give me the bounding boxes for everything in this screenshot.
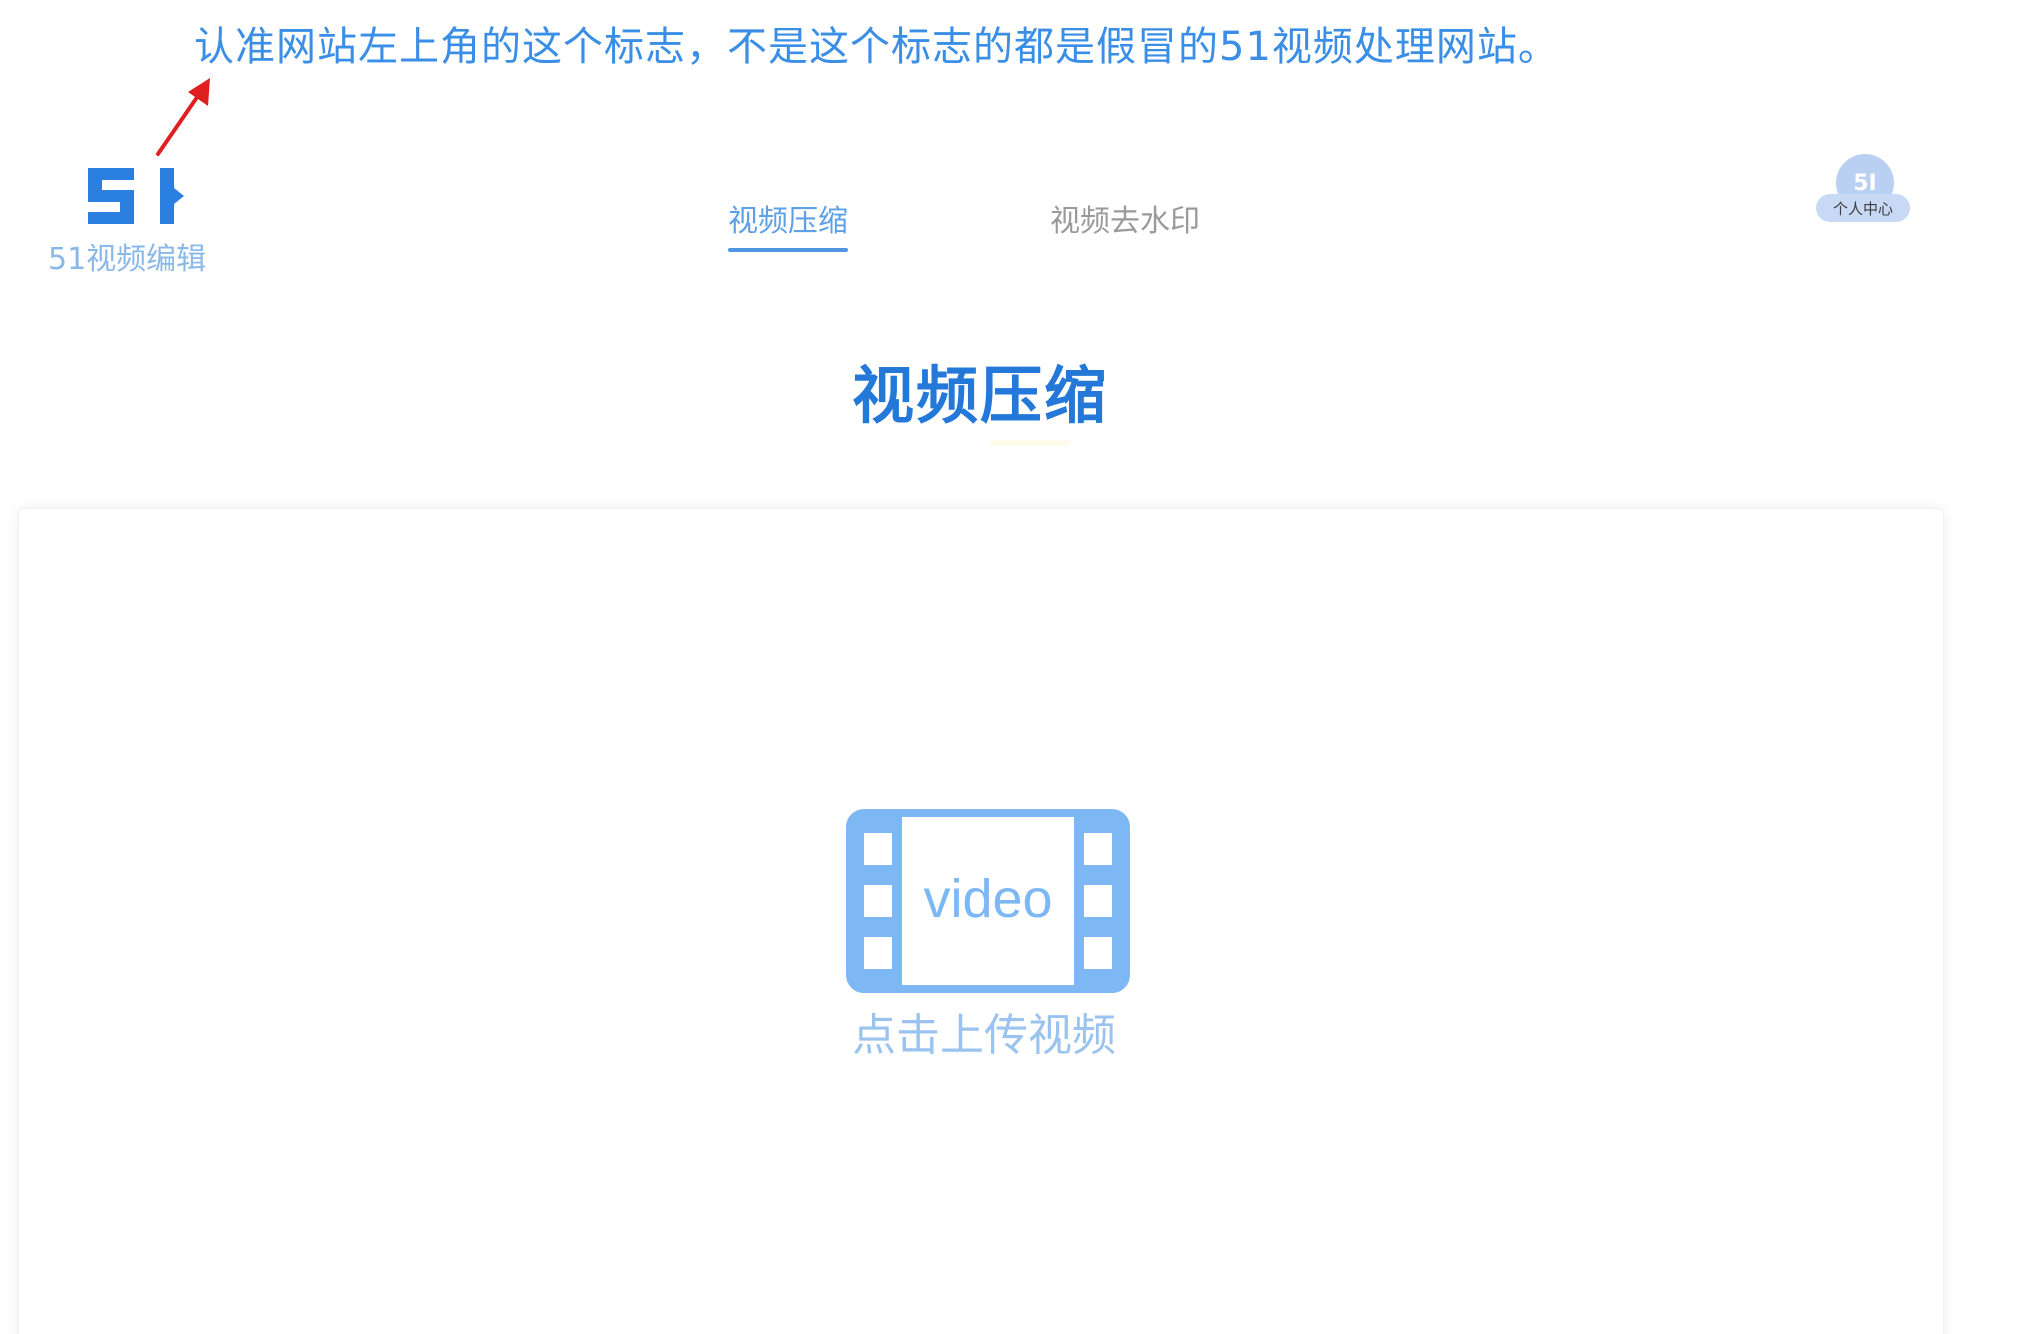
tab-video-watermark-removal[interactable]: 视频去水印 bbox=[1050, 196, 1200, 240]
upload-video-button[interactable]: video 点击上传视频 bbox=[834, 809, 1130, 1069]
page-title: 视频压缩 bbox=[851, 359, 1108, 432]
user-center-label: 个人中心 bbox=[1816, 194, 1910, 222]
logo-mark-icon bbox=[88, 168, 184, 224]
red-arrow-icon bbox=[156, 78, 210, 156]
video-film-icon: video bbox=[846, 809, 1130, 993]
title-underline bbox=[990, 440, 1070, 446]
logo-text: 51视频编辑 bbox=[48, 242, 207, 277]
page: 认准网站左上角的这个标志，不是这个标志的都是假冒的51视频处理网站。 51视频编… bbox=[0, 0, 2036, 1334]
upload-label: 点击上传视频 bbox=[852, 1010, 1116, 1061]
upload-card: video 点击上传视频 bbox=[18, 508, 1944, 1334]
video-icon-text: video bbox=[923, 869, 1052, 929]
annotation-text: 认准网站左上角的这个标志，不是这个标志的都是假冒的51视频处理网站。 bbox=[194, 24, 1559, 70]
tab-video-compress[interactable]: 视频压缩 bbox=[728, 196, 848, 252]
site-logo[interactable] bbox=[84, 162, 194, 230]
user-center-button[interactable]: 5I 个人中心 bbox=[1816, 154, 1910, 226]
